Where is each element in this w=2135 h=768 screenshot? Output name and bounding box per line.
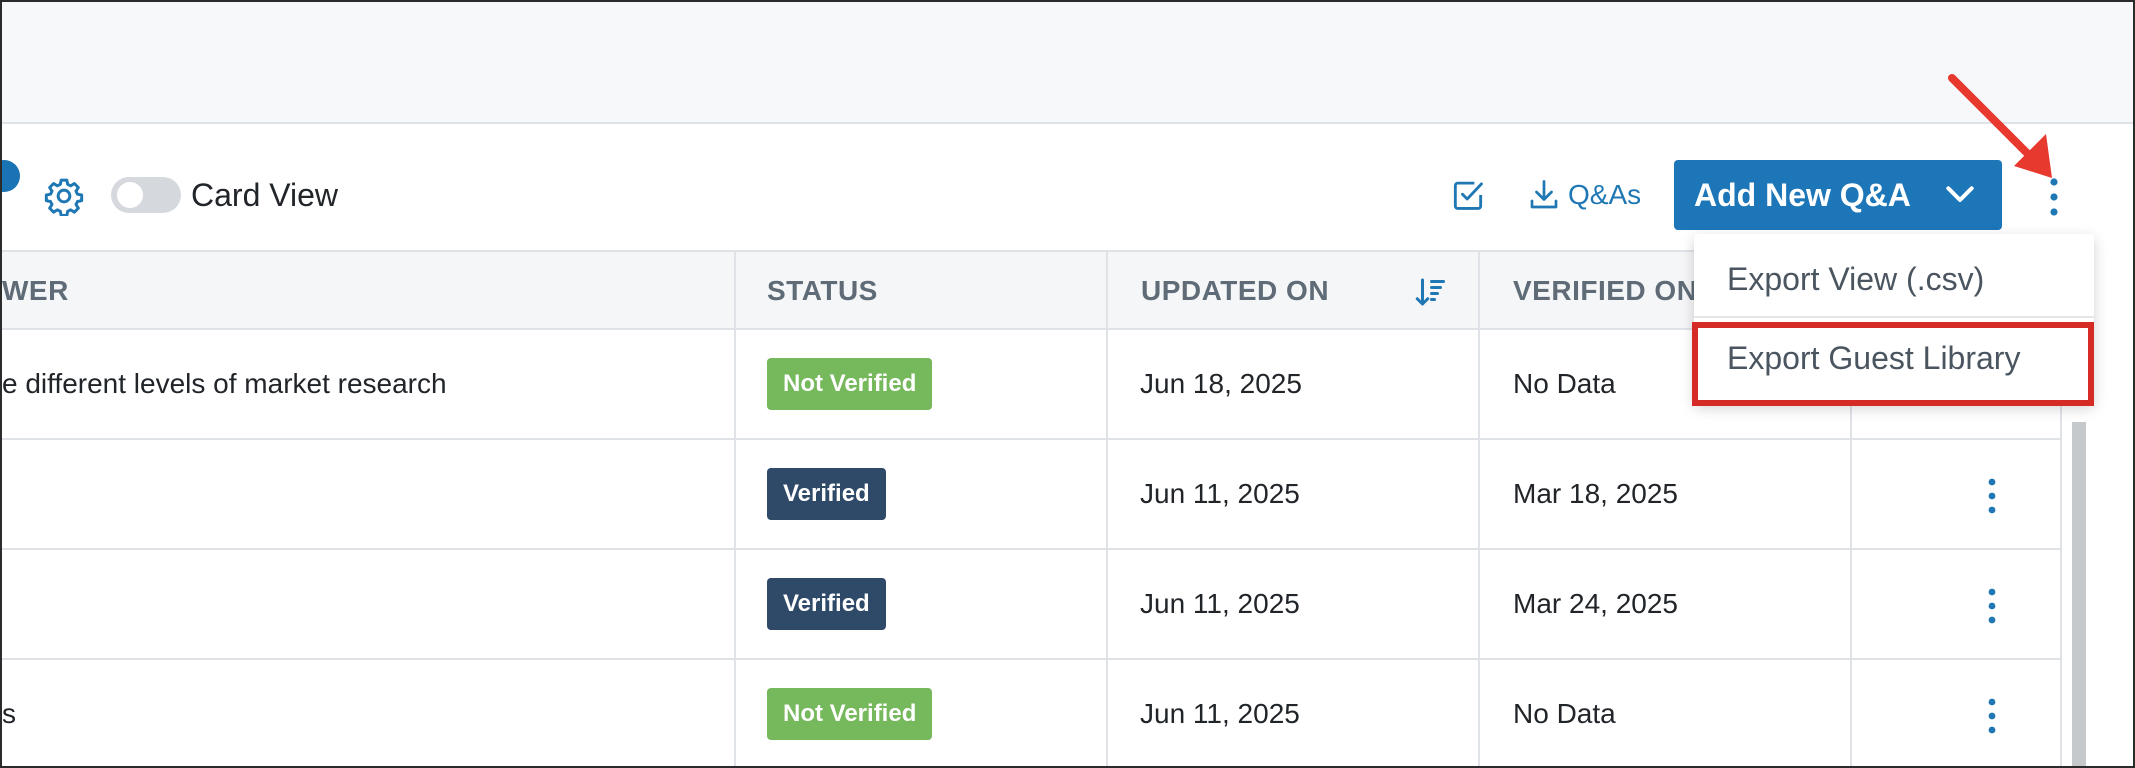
vertical-scrollbar[interactable] bbox=[2072, 422, 2086, 766]
verified-on-cell: No Data bbox=[1513, 368, 1616, 399]
column-divider bbox=[734, 252, 736, 330]
toggle-knob bbox=[117, 182, 143, 208]
updated-on-cell: Jun 11, 2025 bbox=[1140, 588, 1300, 619]
column-divider bbox=[1106, 252, 1108, 330]
verified-on-cell: Mar 18, 2025 bbox=[1513, 478, 1678, 509]
row-more-vertical-icon[interactable] bbox=[1977, 475, 2007, 517]
highlight-annotation-box bbox=[1692, 322, 2094, 406]
app-frame: Card View Q&As Add New Q&A WER STATUS UP… bbox=[0, 0, 2135, 768]
top-band bbox=[2, 2, 2133, 124]
column-header-status[interactable]: STATUS bbox=[767, 252, 878, 330]
row-more-vertical-icon[interactable] bbox=[1977, 585, 2007, 627]
column-header-verified-on[interactable]: VERIFIED ON bbox=[1513, 252, 1697, 330]
arrow-annotation bbox=[1948, 74, 2052, 178]
column-divider bbox=[1478, 330, 1480, 766]
status-badge: Verified bbox=[767, 578, 886, 630]
table-row[interactable]: s Not Verified Jun 11, 2025 No Data bbox=[2, 660, 2062, 766]
download-icon bbox=[1530, 180, 1558, 209]
answer-cell: s bbox=[2, 698, 16, 729]
row-more-vertical-icon[interactable] bbox=[1977, 695, 2007, 737]
column-divider bbox=[1478, 252, 1480, 330]
add-new-qa-label: Add New Q&A bbox=[1694, 176, 1911, 213]
status-cell: Not Verified bbox=[767, 660, 933, 766]
column-divider bbox=[734, 330, 736, 766]
download-qas-label: Q&As bbox=[1568, 179, 1642, 210]
updated-on-cell: Jun 11, 2025 bbox=[1140, 478, 1300, 509]
card-view-toggle[interactable] bbox=[111, 177, 181, 213]
status-badge: Verified bbox=[767, 468, 886, 520]
verified-on-cell: Mar 24, 2025 bbox=[1513, 588, 1678, 619]
download-qas-button[interactable]: Q&As bbox=[1526, 174, 1641, 216]
status-cell: Verified bbox=[767, 440, 886, 548]
answer-cell: e different levels of market research bbox=[2, 368, 447, 399]
verified-on-cell: No Data bbox=[1513, 698, 1616, 729]
status-badge: Not Verified bbox=[767, 358, 933, 410]
table-row[interactable]: Verified Jun 11, 2025 Mar 18, 2025 bbox=[2, 440, 2062, 550]
column-header-updated-on[interactable]: UPDATED ON bbox=[1141, 252, 1329, 330]
status-badge: Not Verified bbox=[767, 688, 933, 740]
status-cell: Not Verified bbox=[767, 330, 933, 438]
updated-on-cell: Jun 18, 2025 bbox=[1140, 368, 1302, 399]
status-cell: Verified bbox=[767, 550, 886, 658]
checkbox-icon[interactable] bbox=[1449, 176, 1487, 214]
gear-icon[interactable] bbox=[44, 176, 84, 216]
updated-on-cell: Jun 11, 2025 bbox=[1140, 698, 1300, 729]
card-view-label: Card View bbox=[191, 177, 339, 213]
column-divider bbox=[1106, 330, 1108, 766]
menu-item-export-view-csv[interactable]: Export View (.csv) bbox=[1694, 242, 2094, 318]
sort-descending-icon[interactable] bbox=[1412, 274, 1448, 310]
column-header-answer[interactable]: WER bbox=[2, 252, 69, 330]
table-row[interactable]: Verified Jun 11, 2025 Mar 24, 2025 bbox=[2, 550, 2062, 660]
